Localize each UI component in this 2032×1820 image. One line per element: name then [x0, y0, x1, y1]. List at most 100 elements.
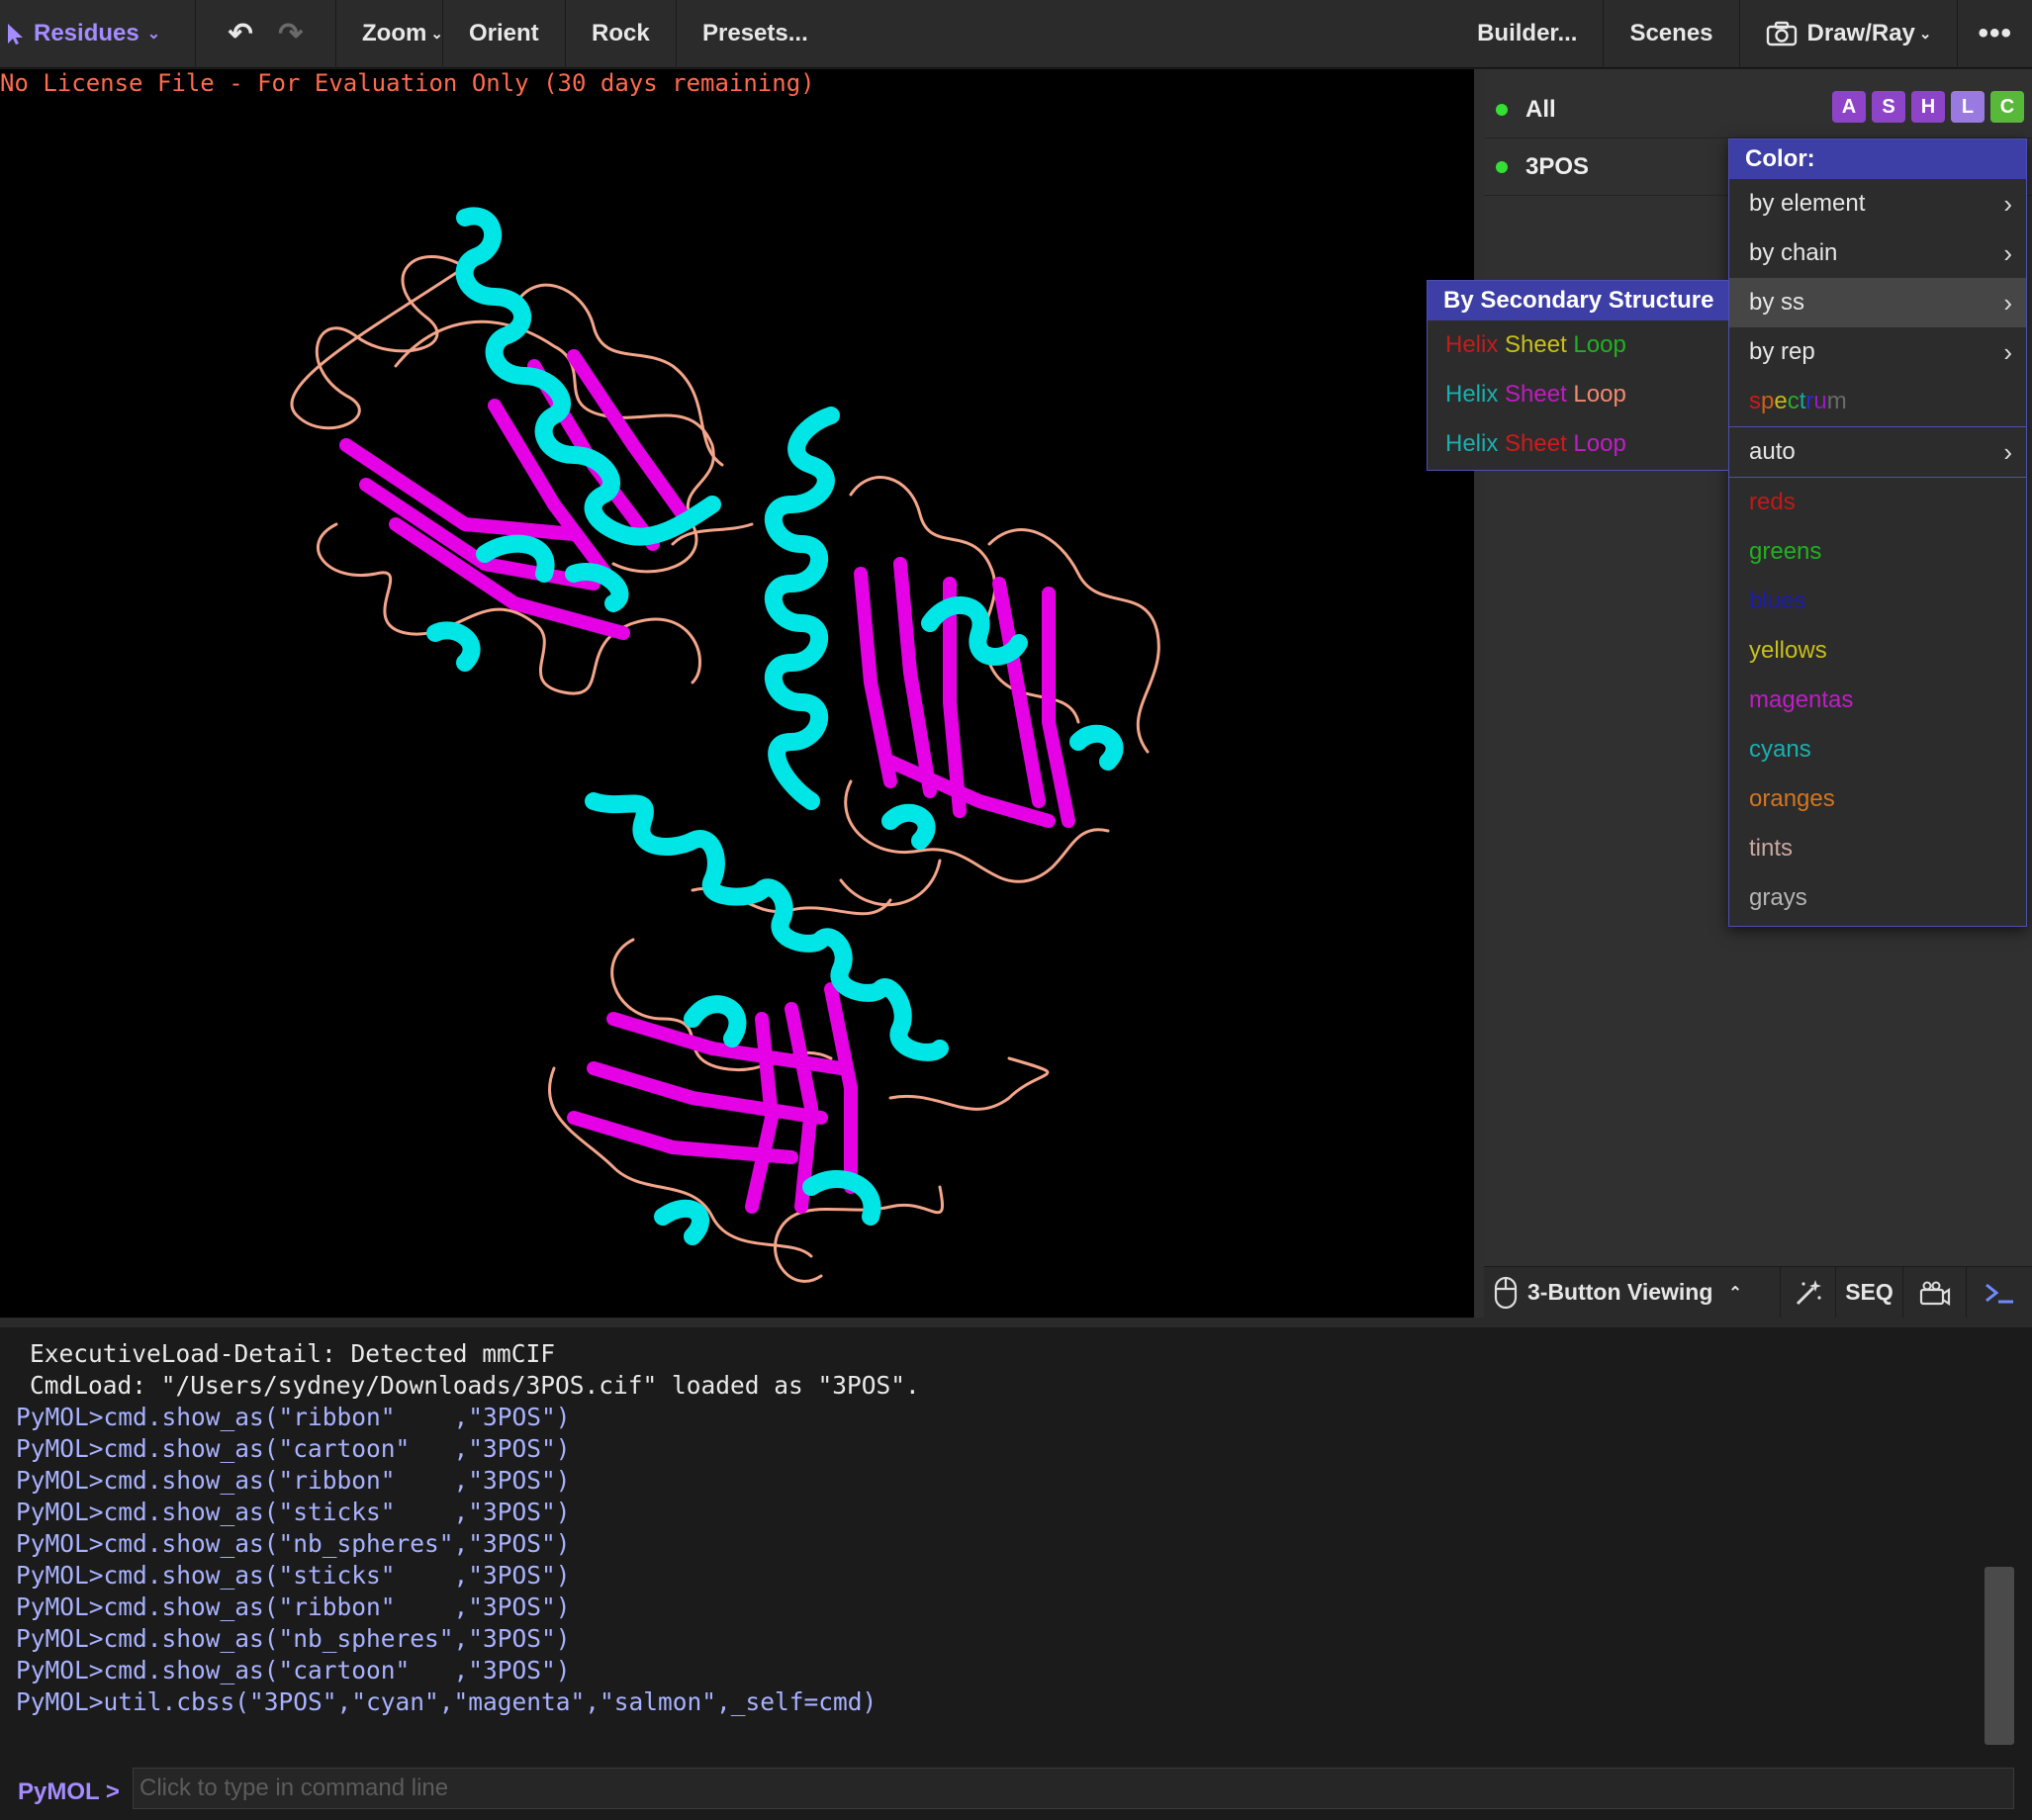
presets-label: Presets... — [702, 20, 808, 46]
menu-item-auto[interactable]: auto › — [1729, 427, 2026, 477]
orient-button[interactable]: Orient — [443, 0, 566, 68]
sheet-label: Sheet — [1505, 331, 1567, 358]
builder-button[interactable]: Builder... — [1451, 0, 1605, 68]
console-line: PyMOL>cmd.show_as("nb_spheres","3POS") — [16, 1624, 571, 1653]
menu-item-by-element[interactable]: by element › — [1729, 179, 2026, 228]
more-options-button[interactable]: ••• — [1958, 0, 2032, 68]
ss-scheme-option[interactable]: Helix Sheet Loop — [1428, 419, 1728, 469]
rock-label: Rock — [592, 20, 650, 46]
color-button[interactable]: C — [1990, 91, 2024, 123]
console-line: PyMOL>cmd.show_as("sticks" ,"3POS") — [16, 1561, 571, 1590]
menu-item-label: magentas — [1749, 686, 1854, 713]
console-line: ExecutiveLoad-Detail: Detected mmCIF — [30, 1339, 556, 1368]
console-line: CmdLoad: "/Users/sydney/Downloads/3POS.c… — [30, 1371, 920, 1400]
enabled-indicator[interactable] — [1496, 160, 1508, 173]
command-line-toggle[interactable] — [1967, 1267, 2032, 1319]
mouse-mode-dropdown[interactable]: 3-Button Viewing ⌃ — [1484, 1266, 1781, 1319]
menu-item-label: by element — [1749, 190, 1866, 217]
ellipsis-icon: ••• — [1978, 17, 2012, 49]
console-line: PyMOL>cmd.show_as("ribbon" ,"3POS") — [16, 1403, 571, 1431]
menu-item-label: tints — [1749, 835, 1794, 862]
chevron-down-icon: ⌄ — [1918, 26, 1932, 43]
enabled-indicator[interactable] — [1496, 103, 1508, 116]
menu-item-label: greens — [1749, 538, 1822, 565]
loop-label: Loop — [1573, 381, 1626, 408]
command-line-input[interactable] — [133, 1768, 2014, 1809]
color-menu-title: Color: — [1729, 139, 2026, 179]
action-button[interactable]: A — [1832, 91, 1866, 123]
console-line: PyMOL>cmd.show_as("nb_spheres","3POS") — [16, 1529, 571, 1558]
menu-item-greens[interactable]: greens — [1729, 527, 2026, 577]
menu-item-label: yellows — [1749, 637, 1827, 664]
console-output: ExecutiveLoad-Detail: Detected mmCIF Cmd… — [0, 1327, 2032, 1765]
menu-item-label: reds — [1749, 489, 1796, 515]
object-label-3pos: 3POS — [1525, 152, 1590, 180]
molecular-viewer[interactable]: No License File - For Evaluation Only (3… — [0, 69, 1474, 1318]
menu-item-magentas[interactable]: magentas — [1729, 676, 2026, 725]
terminal-icon — [1986, 1283, 2013, 1303]
chevron-right-icon: › — [2003, 189, 2012, 219]
ss-scheme-option[interactable]: Helix Sheet Loop — [1428, 320, 1728, 370]
rock-button[interactable]: Rock — [566, 0, 677, 68]
command-bar: PyMOL > — [0, 1765, 2032, 1820]
label-button[interactable]: L — [1951, 91, 1985, 123]
menu-item-grays[interactable]: grays — [1729, 873, 2026, 923]
draw-ray-label: Draw/Ray — [1806, 20, 1915, 46]
menu-item-by-ss[interactable]: by ss › — [1729, 278, 2026, 327]
redo-icon[interactable]: ↷ — [278, 17, 303, 51]
menu-item-label: by rep — [1749, 338, 1815, 365]
selection-mode-label: Residues — [34, 20, 139, 46]
menu-item-label: auto — [1749, 438, 1796, 465]
builder-label: Builder... — [1477, 20, 1578, 46]
menu-item-oranges[interactable]: oranges — [1729, 774, 2026, 824]
menu-item-by-rep[interactable]: by rep › — [1729, 327, 2026, 377]
scenes-button[interactable]: Scenes — [1604, 0, 1740, 68]
menu-item-cyans[interactable]: cyans — [1729, 725, 2026, 774]
ss-color-submenu: By Secondary Structure Helix Sheet Loop … — [1427, 280, 1729, 471]
magic-wand-icon — [1796, 1279, 1821, 1305]
presets-button[interactable]: Presets... — [677, 0, 834, 68]
sequence-button[interactable]: SEQ — [1836, 1266, 1903, 1319]
menu-item-blues[interactable]: blues — [1729, 577, 2026, 626]
menu-item-reds[interactable]: reds — [1729, 478, 2026, 527]
menu-item-tints[interactable]: tints — [1729, 824, 2026, 873]
viewer-splitter[interactable] — [1474, 69, 1484, 1318]
scenes-label: Scenes — [1629, 20, 1713, 46]
console-line: PyMOL>cmd.show_as("ribbon" ,"3POS") — [16, 1466, 571, 1495]
show-button[interactable]: S — [1872, 91, 1905, 123]
cursor-icon — [8, 24, 23, 45]
mouse-mode-bar: 3-Button Viewing ⌃ SEQ — [1484, 1266, 2032, 1319]
ss-scheme-option[interactable]: Helix Sheet Loop — [1428, 370, 1728, 419]
console-line: PyMOL>cmd.show_as("cartoon" ,"3POS") — [16, 1434, 571, 1463]
movie-button[interactable] — [1903, 1266, 1967, 1319]
orient-label: Orient — [469, 20, 539, 46]
menu-item-label: blues — [1749, 588, 1806, 614]
helix-label: Helix — [1445, 430, 1499, 457]
menu-item-yellows[interactable]: yellows — [1729, 626, 2026, 676]
menu-item-label: grays — [1749, 884, 1807, 911]
menu-item-label: by chain — [1749, 239, 1838, 266]
menu-item-label: oranges — [1749, 785, 1835, 812]
zoom-button[interactable]: Zoom ⌄ — [336, 0, 443, 68]
protein-cartoon-render — [290, 207, 1160, 1283]
menu-item-by-chain[interactable]: by chain › — [1729, 228, 2026, 278]
draw-ray-button[interactable]: Draw/Ray ⌄ — [1740, 0, 1959, 68]
mouse-mode-label: 3-Button Viewing — [1527, 1279, 1713, 1305]
main-toolbar: Residues ⌄ ↶ ↷ Zoom ⌄ Orient Rock Presets… — [0, 0, 2032, 68]
undo-icon[interactable]: ↶ — [229, 17, 253, 51]
console-scrollbar[interactable] — [1985, 1567, 2014, 1745]
console-line: PyMOL>cmd.show_as("cartoon" ,"3POS") — [16, 1656, 571, 1684]
chevron-right-icon: › — [2003, 288, 2012, 318]
menu-item-label: cyans — [1749, 736, 1811, 763]
menu-item-spectrum[interactable]: spectrum — [1729, 377, 2026, 426]
seq-label: SEQ — [1845, 1279, 1893, 1305]
hide-button[interactable]: H — [1911, 91, 1945, 123]
menu-item-label: spectrum — [1749, 388, 1847, 414]
selection-mode-dropdown[interactable]: Residues ⌄ — [0, 0, 196, 68]
wizard-button[interactable] — [1781, 1266, 1836, 1319]
chevron-right-icon: › — [2003, 238, 2012, 268]
loop-label: Loop — [1573, 331, 1626, 358]
color-menu: Color: by element › by chain › by ss › b… — [1728, 138, 2027, 927]
console-splitter[interactable] — [0, 1318, 2032, 1327]
sheet-label: Sheet — [1505, 430, 1567, 457]
